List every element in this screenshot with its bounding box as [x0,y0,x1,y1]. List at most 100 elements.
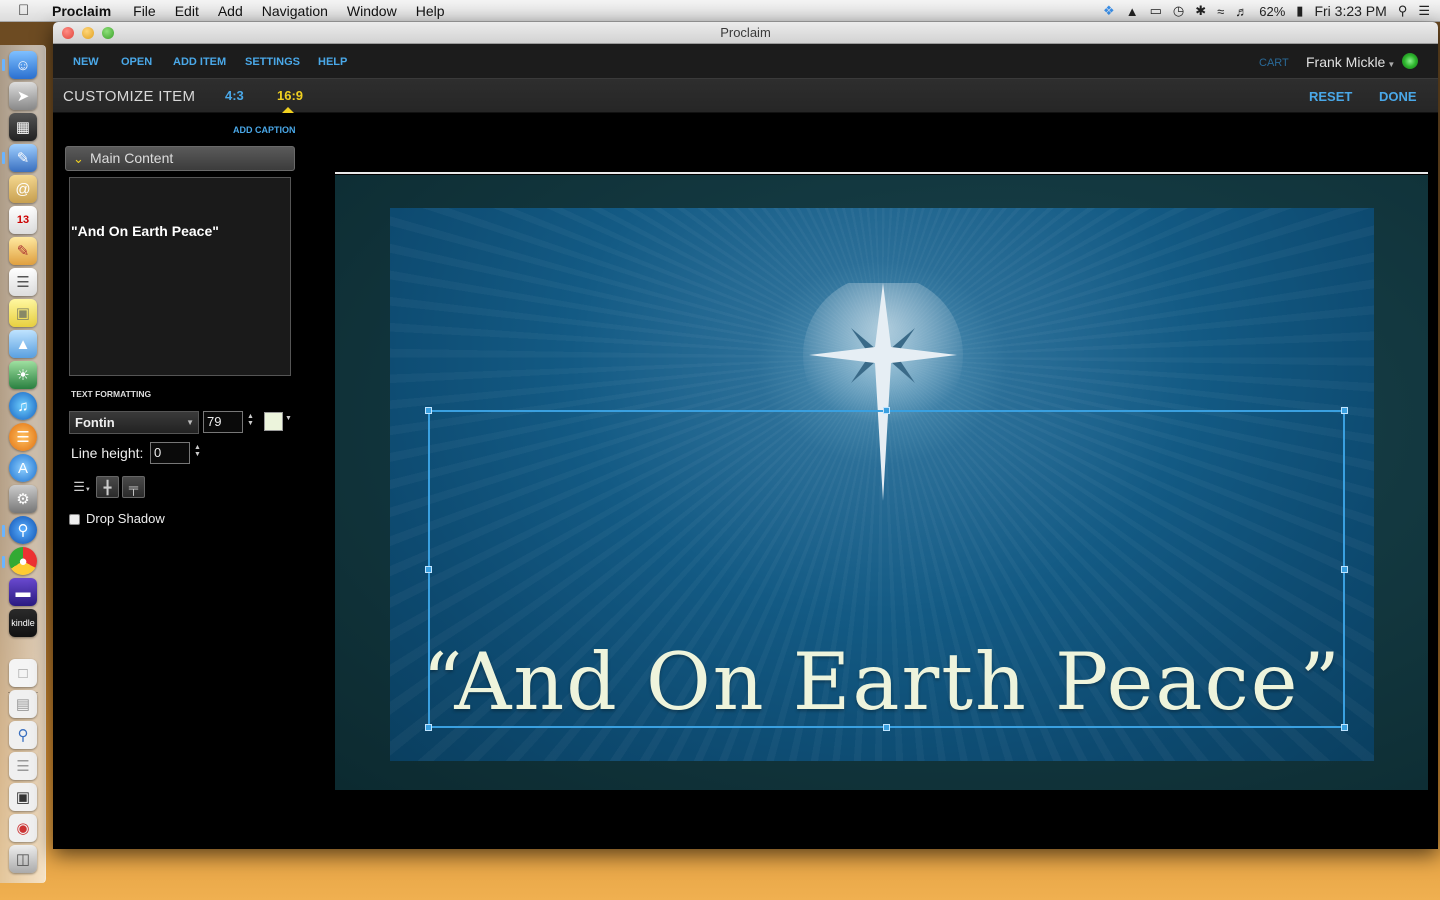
vertical-align-middle-button[interactable]: ╋ [96,476,119,498]
done-button[interactable]: DONE [1379,89,1417,104]
open-button[interactable]: OPEN [121,56,152,68]
airplay-icon[interactable]: ▭ [1150,3,1162,19]
wifi-icon[interactable]: ≈ [1217,4,1224,19]
resize-handle-top[interactable] [883,407,890,414]
reset-button[interactable]: RESET [1309,89,1352,104]
screen-app-icon[interactable]: ▬ [9,578,37,606]
text-color-swatch[interactable] [264,412,283,431]
running-indicator [2,525,5,537]
running-indicator [2,152,5,164]
menu-help[interactable]: Help [416,3,445,19]
help-button[interactable]: HELP [318,56,347,68]
window-title: Proclaim [720,25,771,40]
ibooks-icon[interactable]: ☰ [9,423,37,451]
zoom-window-button[interactable] [102,27,114,39]
mission-control-icon[interactable]: ▦ [9,113,37,141]
section-title: Main Content [90,150,174,166]
launchpad-icon[interactable]: ➤ [9,82,37,110]
notification-center-icon[interactable]: ☰ [1418,3,1430,19]
title-bar[interactable]: Proclaim [53,22,1438,44]
battery-icon[interactable]: ▮ [1296,3,1303,19]
resize-handle-top-right[interactable] [1341,407,1348,414]
chevron-down-icon[interactable]: ▼ [285,415,292,422]
page-title: CUSTOMIZE ITEM [63,88,196,105]
menu-edit[interactable]: Edit [175,3,199,19]
drop-shadow-checkbox[interactable] [69,514,80,525]
document-icon[interactable]: □ [9,659,37,687]
close-window-button[interactable] [62,27,74,39]
preview-viewer-icon[interactable]: ▲ [9,330,37,358]
calendar-icon[interactable]: 13 [9,206,37,234]
trash-icon[interactable]: ◫ [9,845,37,873]
slide-background: “And On Earth Peace” [335,175,1428,790]
menu-app-name[interactable]: Proclaim [52,3,111,19]
chrome-icon[interactable]: ● [9,547,37,575]
notes-icon[interactable]: ✎ [9,237,37,265]
add-caption-button[interactable]: ADD CAPTION [233,125,296,135]
kindle-icon[interactable]: kindle [9,609,37,637]
ratio-4-3-tab[interactable]: 4:3 [225,88,244,103]
drop-shadow-label[interactable]: Drop Shadow [86,511,165,526]
time-machine-icon[interactable]: ◷ [1173,3,1184,19]
search-document-icon[interactable]: ⚲ [9,721,37,749]
resize-handle-bottom-right[interactable] [1341,724,1348,731]
line-height-input[interactable]: 0 [150,442,190,464]
dropbox-icon[interactable]: ❖ [1103,3,1115,19]
text-align-dropdown[interactable]: ☰▼ [69,476,95,498]
contacts-icon[interactable]: @ [9,175,37,203]
drive-icon[interactable]: ▲ [1126,4,1139,19]
apple-icon[interactable]:  [18,2,38,19]
vertical-align-top-button[interactable]: ╤ [122,476,145,498]
screenshot-document-icon[interactable]: ▣ [9,783,37,811]
text-field-value: "And On Earth Peace" [71,223,219,239]
resize-handle-bottom[interactable] [883,724,890,731]
running-indicator [2,556,5,568]
downloads-stack-icon[interactable]: ▤ [9,690,37,718]
system-preferences-icon[interactable]: ⚙ [9,485,37,513]
chevron-down-icon: ▼ [1387,60,1396,69]
finder-icon[interactable]: ☺ [9,51,37,79]
menu-add[interactable]: Add [218,3,243,19]
font-size-stepper[interactable]: ▲ ▼ [247,413,254,427]
spotlight-icon[interactable]: ⚲ [1398,3,1408,19]
main-content-text-field[interactable]: "And On Earth Peace" [69,177,291,376]
notes-document-icon[interactable]: ☰ [9,752,37,780]
preview-icon[interactable]: ✎ [9,144,37,172]
font-select[interactable]: Fontin ▼ [69,411,199,434]
text-formatting-label: TEXT FORMATTING [71,389,152,399]
properties-panel: ADD CAPTION ⌄ Main Content "And On Earth… [53,114,308,849]
resize-handle-bottom-left[interactable] [425,724,432,731]
line-height-stepper[interactable]: ▲ ▼ [194,444,201,458]
connection-status-icon[interactable] [1402,53,1418,69]
resize-handle-right[interactable] [1341,566,1348,573]
add-item-button[interactable]: ADD ITEM [173,56,226,68]
iphoto-icon[interactable]: ☀ [9,361,37,389]
volume-icon[interactable]: ♬ [1235,4,1248,19]
user-menu[interactable]: Frank Mickle ▼ [1306,54,1395,70]
chevron-down-icon: ▼ [186,418,194,427]
resize-handle-top-left[interactable] [425,407,432,414]
text-selection-box[interactable] [428,410,1345,728]
itunes-icon[interactable]: ♫ [9,392,37,420]
font-size-input[interactable]: 79 [203,411,243,433]
chevron-down-icon: ⌄ [73,151,84,166]
bluetooth-icon[interactable]: ✱ [1195,3,1206,19]
minimize-window-button[interactable] [82,27,94,39]
textedit-icon[interactable]: ☰ [9,268,37,296]
menu-file[interactable]: File [133,3,156,19]
menu-window[interactable]: Window [347,3,397,19]
cart-link[interactable]: CART [1259,57,1289,69]
stickies-icon[interactable]: ▣ [9,299,37,327]
ratio-16-9-tab[interactable]: 16:9 [277,88,303,103]
resize-handle-left[interactable] [425,566,432,573]
web-document-icon[interactable]: ◉ [9,814,37,842]
customize-item-bar: CUSTOMIZE ITEM 4:3 16:9 RESET DONE [53,78,1438,113]
proclaim-icon[interactable]: ⚲ [9,516,37,544]
clock[interactable]: Fri 3:23 PM [1314,3,1386,19]
new-button[interactable]: NEW [73,56,99,68]
app-store-icon[interactable]: A [9,454,37,482]
menu-navigation[interactable]: Navigation [262,3,328,19]
settings-button[interactable]: SETTINGS [245,56,300,68]
main-content-section-toggle[interactable]: ⌄ Main Content [65,146,295,171]
canvas-top-rule [335,172,1428,174]
